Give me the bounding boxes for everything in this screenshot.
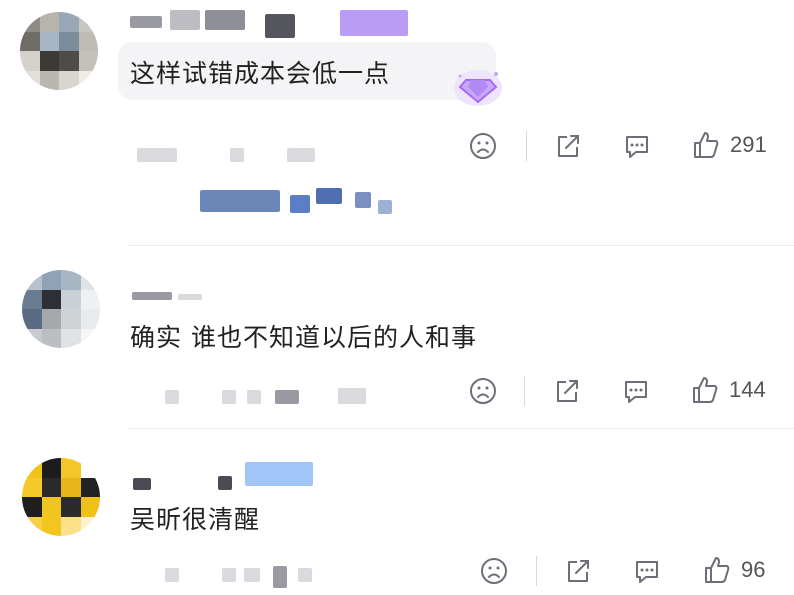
comment-meta [287,148,315,162]
like-count: 291 [730,132,767,157]
dislike-button[interactable] [468,131,498,161]
expand-replies-link[interactable] [200,190,280,212]
comment-meta [222,568,236,582]
reply-button[interactable] [632,556,662,586]
reply-button[interactable] [621,376,651,406]
sad-face-icon [470,133,496,159]
sad-face-icon [481,558,507,584]
share-icon [558,135,579,157]
sad-face-icon [470,378,496,404]
expand-replies-link[interactable] [290,195,310,213]
share-button[interactable] [552,376,582,406]
dislike-button[interactable] [479,556,509,586]
comment-meta [165,568,179,582]
username[interactable] [133,478,151,490]
username[interactable] [218,476,232,490]
action-separator [526,131,527,161]
action-separator [536,556,537,586]
expand-replies-link[interactable] [378,200,392,214]
share-icon [568,560,589,582]
comment-meta [273,566,287,588]
comment-text: 吴昕很清醒 [130,505,261,534]
divider [128,428,794,429]
username[interactable] [132,292,172,300]
thumbs-up-icon [693,377,718,403]
comment-meta [298,568,312,582]
comment-meta [338,388,366,404]
comment-meta [275,390,299,404]
comment-meta [247,390,261,404]
diamond-badge-icon [452,64,504,112]
share-button[interactable] [553,131,583,161]
like-button[interactable]: 144 [689,374,766,406]
comment-icon [625,381,647,403]
comment-meta [137,148,177,162]
expand-replies-link[interactable] [316,188,342,204]
share-button[interactable] [563,556,593,586]
username[interactable] [178,294,202,300]
divider [128,245,794,246]
comment-meta [222,390,236,404]
avatar[interactable] [22,458,100,536]
share-icon [557,380,578,402]
username[interactable] [205,10,245,30]
like-button[interactable]: 96 [701,554,765,586]
like-button[interactable]: 291 [690,129,767,161]
comment-icon [636,561,658,583]
thumbs-up-icon [694,132,719,158]
user-tag [340,10,408,36]
comment-text: 确实 谁也不知道以后的人和事 [130,323,477,352]
comment-icon [626,136,648,158]
username[interactable] [170,10,200,30]
avatar[interactable] [20,12,98,90]
reply-button[interactable] [622,131,652,161]
comment-meta [230,148,244,162]
action-separator [524,376,525,406]
dislike-button[interactable] [468,376,498,406]
avatar[interactable] [22,270,100,348]
user-tag [245,462,313,486]
like-count: 96 [741,557,766,582]
username[interactable] [265,14,295,38]
like-count: 144 [729,377,766,402]
thumbs-up-icon [705,557,730,583]
expand-replies-link[interactable] [355,192,371,208]
comment-meta [165,390,179,404]
comment-meta [244,568,260,582]
comment-text: 这样试错成本会低一点 [130,59,391,88]
username[interactable] [130,16,162,28]
